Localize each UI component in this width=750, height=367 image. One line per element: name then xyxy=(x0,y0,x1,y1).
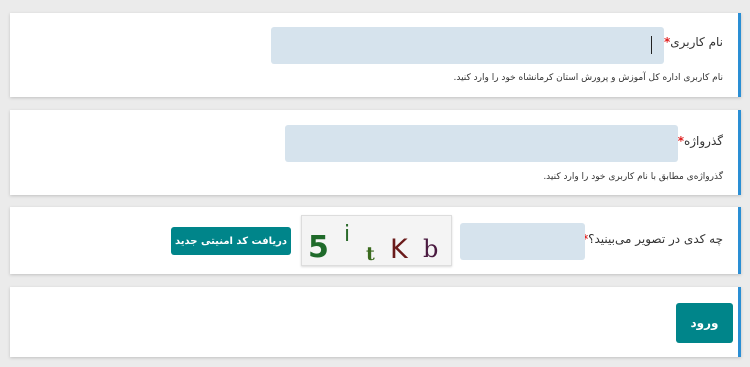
captcha-char: K xyxy=(390,234,409,265)
captcha-char: b xyxy=(423,235,438,263)
password-hint: گذرواژه‌ی مطابق با نام کاربری خود را وار… xyxy=(543,172,723,182)
captcha-label-group: چه کدی در تصویر می‌بینید؟* xyxy=(578,232,723,246)
password-label: گذرواژه xyxy=(683,134,723,148)
captcha-char: t xyxy=(366,243,375,265)
captcha-image: 5 i t K b xyxy=(301,215,452,266)
captcha-char: i xyxy=(344,222,350,247)
username-label: نام کاربری xyxy=(670,35,723,49)
password-card: گذرواژه* گذرواژه‌ی مطابق با نام کاربری خ… xyxy=(10,110,741,195)
captcha-label: چه کدی در تصویر می‌بینید؟ xyxy=(588,232,723,246)
username-card: نام کاربری* نام کاربری اداره کل آموزش و … xyxy=(10,13,741,97)
login-card: ورود xyxy=(10,287,741,357)
username-hint: نام کاربری اداره کل آموزش و پرورش استان … xyxy=(453,73,724,83)
password-label-group: گذرواژه* xyxy=(674,134,723,148)
captcha-card: چه کدی در تصویر می‌بینید؟* 5 i t K b دری… xyxy=(10,207,741,274)
username-input[interactable] xyxy=(271,27,664,64)
text-cursor xyxy=(651,36,652,54)
captcha-char: 5 xyxy=(308,230,329,265)
username-label-group: نام کاربری* xyxy=(660,35,723,49)
login-button[interactable]: ورود xyxy=(676,303,733,343)
captcha-input[interactable] xyxy=(460,223,585,260)
refresh-captcha-button[interactable]: دریافت کد امنیتی جدید xyxy=(171,227,291,255)
password-input[interactable] xyxy=(285,125,678,162)
captcha-glyphs: 5 i t K b xyxy=(308,222,438,265)
